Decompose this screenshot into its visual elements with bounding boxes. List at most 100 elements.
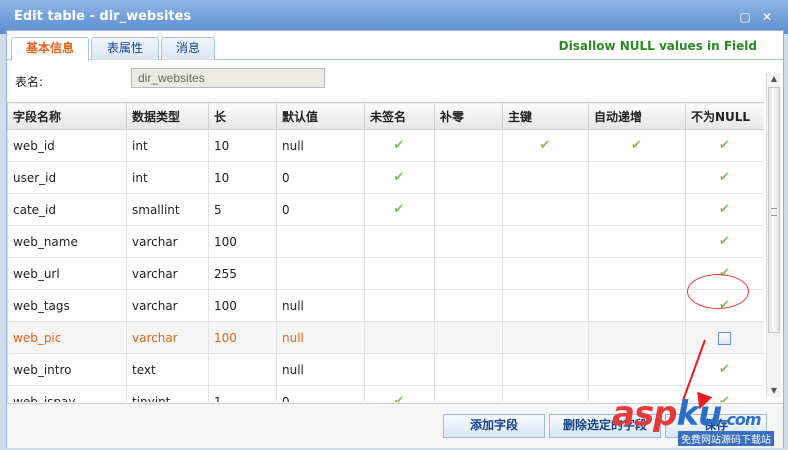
cell-type[interactable]: varchar xyxy=(126,321,209,354)
cell-default[interactable]: null xyxy=(276,353,365,386)
col-header[interactable]: 默认值 xyxy=(276,102,365,130)
cell-type[interactable]: varchar xyxy=(126,289,209,322)
cell-length[interactable]: 10 xyxy=(208,129,277,162)
table-name-input[interactable] xyxy=(131,68,325,88)
cell-unsigned[interactable] xyxy=(364,353,435,386)
cell-primary[interactable] xyxy=(502,385,589,402)
cell-name[interactable]: web_intro xyxy=(7,353,127,386)
scroll-up-icon[interactable]: ▲ xyxy=(767,73,781,85)
table-row[interactable]: web_pic varchar 100 null xyxy=(7,321,764,354)
cell-default[interactable]: 0 xyxy=(276,193,365,226)
cell-length[interactable]: 1 xyxy=(208,385,277,402)
table-row[interactable]: web_tags varchar 100 null ✔ xyxy=(7,289,764,322)
cell-name[interactable]: web_tags xyxy=(7,289,127,322)
tab-table-properties[interactable]: 表属性 xyxy=(91,37,159,60)
cell-name[interactable]: web_name xyxy=(7,225,127,258)
cell-auto_inc[interactable] xyxy=(588,321,686,354)
cell-length[interactable]: 100 xyxy=(208,225,277,258)
add-field-button[interactable]: 添加字段 xyxy=(443,414,545,438)
cell-unsigned[interactable]: ✔ xyxy=(364,193,435,226)
cell-zerofill[interactable] xyxy=(434,289,503,322)
cell-auto_inc[interactable] xyxy=(588,353,686,386)
cell-unsigned[interactable] xyxy=(364,321,435,354)
cell-auto_inc[interactable] xyxy=(588,161,686,194)
cell-zerofill[interactable] xyxy=(434,353,503,386)
cell-length[interactable] xyxy=(208,353,277,386)
cell-default[interactable]: null xyxy=(276,321,365,354)
table-row[interactable]: cate_id smallint 5 0 ✔ ✔ xyxy=(7,193,764,226)
cell-primary[interactable] xyxy=(502,193,589,226)
cell-unsigned[interactable]: ✔ xyxy=(364,385,435,402)
table-row[interactable]: web_intro text null ✔ xyxy=(7,353,764,386)
not-null-checkbox[interactable] xyxy=(718,331,731,345)
table-row[interactable]: web_name varchar 100 ✔ xyxy=(7,225,764,258)
cell-default[interactable] xyxy=(276,225,365,258)
col-header[interactable]: 未签名 xyxy=(364,102,435,130)
cell-default[interactable]: null xyxy=(276,289,365,322)
cell-type[interactable]: int xyxy=(126,129,209,162)
cell-type[interactable]: varchar xyxy=(126,225,209,258)
close-icon[interactable]: ✕ xyxy=(760,10,774,24)
cell-zerofill[interactable] xyxy=(434,225,503,258)
cell-name[interactable]: user_id xyxy=(7,161,127,194)
cell-primary[interactable] xyxy=(502,289,589,322)
cell-length[interactable]: 255 xyxy=(208,257,277,290)
col-header[interactable]: 不为NULL xyxy=(685,102,764,130)
cell-primary[interactable] xyxy=(502,321,589,354)
cell-auto_inc[interactable] xyxy=(588,193,686,226)
cell-length[interactable]: 100 xyxy=(208,289,277,322)
cell-unsigned[interactable]: ✔ xyxy=(364,161,435,194)
cell-zerofill[interactable] xyxy=(434,193,503,226)
tab-basic-info[interactable]: 基本信息 xyxy=(11,37,89,61)
cell-zerofill[interactable] xyxy=(434,129,503,162)
cell-type[interactable]: smallint xyxy=(126,193,209,226)
col-header[interactable]: 字段名称 xyxy=(7,102,127,130)
cell-primary[interactable] xyxy=(502,225,589,258)
table-row[interactable]: web_url varchar 255 ✔ xyxy=(7,257,764,290)
restore-icon[interactable]: ▢ xyxy=(738,10,752,24)
col-header[interactable]: 主键 xyxy=(502,102,589,130)
cell-name[interactable]: web_pic xyxy=(7,321,127,354)
cell-auto_inc[interactable] xyxy=(588,257,686,290)
cell-zerofill[interactable] xyxy=(434,321,503,354)
col-header[interactable]: 补零 xyxy=(434,102,503,130)
cell-unsigned[interactable]: ✔ xyxy=(364,129,435,162)
cell-type[interactable]: text xyxy=(126,353,209,386)
cell-auto_inc[interactable] xyxy=(588,289,686,322)
cell-zerofill[interactable] xyxy=(434,385,503,402)
cell-default[interactable]: 0 xyxy=(276,161,365,194)
cell-length[interactable]: 5 xyxy=(208,193,277,226)
cell-unsigned[interactable] xyxy=(364,257,435,290)
cell-type[interactable]: int xyxy=(126,161,209,194)
col-header[interactable]: 自动递增 xyxy=(588,102,686,130)
cell-not-null[interactable] xyxy=(685,321,764,354)
scrollbar-thumb[interactable] xyxy=(768,87,780,333)
table-row[interactable]: user_id int 10 0 ✔ ✔ xyxy=(7,161,764,194)
cell-type[interactable]: tinyint xyxy=(126,385,209,402)
col-header[interactable]: 数据类型 xyxy=(126,102,209,130)
cell-name[interactable]: web_id xyxy=(7,129,127,162)
cell-primary[interactable]: ✔ xyxy=(502,129,589,162)
cell-auto_inc[interactable] xyxy=(588,225,686,258)
cell-not-null[interactable]: ✔ xyxy=(685,161,764,194)
cell-default[interactable] xyxy=(276,257,365,290)
cell-type[interactable]: varchar xyxy=(126,257,209,290)
cell-unsigned[interactable] xyxy=(364,225,435,258)
cell-name[interactable]: cate_id xyxy=(7,193,127,226)
cell-zerofill[interactable] xyxy=(434,257,503,290)
cell-default[interactable]: null xyxy=(276,129,365,162)
cell-unsigned[interactable] xyxy=(364,289,435,322)
cell-primary[interactable] xyxy=(502,257,589,290)
col-header[interactable]: 长 xyxy=(208,102,277,130)
table-row[interactable]: web_id int 10 null ✔ ✔ ✔ ✔ xyxy=(7,129,764,162)
cell-length[interactable]: 10 xyxy=(208,161,277,194)
cell-not-null[interactable]: ✔ xyxy=(685,193,764,226)
cell-length[interactable]: 100 xyxy=(208,321,277,354)
cell-zerofill[interactable] xyxy=(434,161,503,194)
tab-messages[interactable]: 消息 xyxy=(161,37,215,60)
cell-auto_inc[interactable]: ✔ xyxy=(588,129,686,162)
cell-not-null[interactable]: ✔ xyxy=(685,129,764,162)
vertical-scrollbar[interactable]: ▲ ▼ xyxy=(766,73,781,397)
cell-primary[interactable] xyxy=(502,161,589,194)
cell-name[interactable]: web_url xyxy=(7,257,127,290)
